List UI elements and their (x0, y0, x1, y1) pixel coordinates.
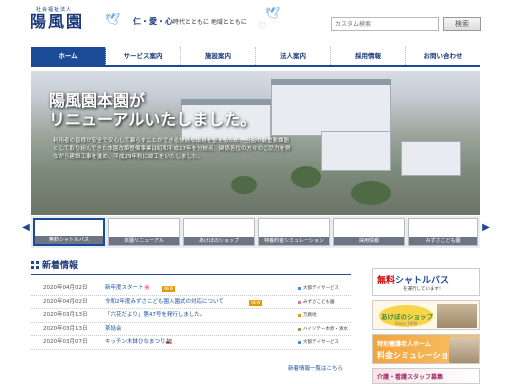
hero-title: 陽風園本園が リニューアルいたしました。 (49, 91, 256, 129)
thumb-recruit[interactable]: 採用情報 (333, 218, 405, 246)
thumb-caption: 特養料金シミュレーション (259, 237, 329, 245)
tree-image (291, 166, 321, 188)
bird-icon: 🕊 (265, 6, 281, 20)
news-link[interactable]: キッチン木鉢ひなまつり🎎 (105, 336, 172, 349)
site-header: 社会福祉法人 陽風園 🕊 仁・愛・心 時代とともに 地域とともに 🕊 ♡ 検索 (0, 0, 514, 44)
news-more-link[interactable]: 新着情報一覧はこちら (288, 364, 343, 372)
news-link[interactable]: 新年度スタート🌸 (105, 282, 150, 295)
thumbnail-strip: 無料シャトルバス 本園リニューアル あけぼのショップ 特養料金シミュレーション … (31, 216, 480, 248)
prev-arrow-icon[interactable]: ◀ (22, 222, 30, 236)
sim-line2: 料金シミュレーション (377, 351, 457, 360)
thumb-kindergarten[interactable]: みずさこども園 (408, 218, 478, 246)
hero-banner[interactable]: 陽風園本園が リニューアルいたしました。 利用者の皆様が安全で安心して暮らすこと… (31, 71, 480, 215)
thumb-renewal[interactable]: 本園リニューアル (108, 218, 180, 246)
news-link[interactable]: 茶話会 (105, 323, 122, 336)
news-category[interactable]: 大都デイサービス (298, 336, 339, 349)
news-list: 2020年04月02日 新年度スタート🌸 NEW 大都デイサービス 2020年0… (31, 282, 351, 350)
sim-photo (449, 337, 479, 363)
slogan: 時代とともに 地域とともに (173, 19, 247, 26)
shop-since: Since 1990 (395, 321, 418, 326)
news-link[interactable]: 「六花だより」第47号を発行しました。 (105, 309, 205, 322)
building-image (271, 81, 391, 136)
thumb-shuttle-bus[interactable]: 無料シャトルバス (33, 218, 105, 246)
nav-corporate[interactable]: 法人案内 (256, 47, 331, 65)
hero-title-line2: リニューアルいたしました。 (49, 110, 257, 129)
nav-facilities[interactable]: 施設案内 (181, 47, 256, 65)
thumb-caption: 本園リニューアル (109, 237, 179, 245)
search-input[interactable] (331, 17, 439, 31)
site-logo[interactable]: 社会福祉法人 陽風園 (30, 6, 94, 31)
news-date: 2020年03月07日 (43, 339, 88, 345)
fee-simulation-banner[interactable]: 特別養護老人ホーム 料金シミュレーション (372, 334, 480, 364)
thumb-caption: あけぼのショップ (184, 237, 254, 245)
shop-banner[interactable]: あけぼのショップ Since 1990 (372, 300, 480, 330)
tree-image (231, 176, 257, 194)
shop-photo (437, 304, 477, 328)
news-date: 2020年03月13日 (43, 312, 88, 318)
search-form: 検索 (331, 17, 481, 31)
shuttle-heading: 無料シャトルバス (377, 273, 449, 286)
news-date: 2020年04月02日 (43, 298, 88, 305)
news-date: 2020年04月02日 (43, 285, 88, 291)
grid-icon (31, 261, 39, 269)
news-header: 新着情報 (31, 258, 351, 272)
news-divider (31, 274, 351, 275)
nav-contact[interactable]: お問い合わせ (406, 47, 480, 65)
free-label: 無料 (377, 276, 396, 286)
shuttle-subtext: を運行しています！ (403, 287, 444, 292)
news-item: 2020年04月02日 令和2年度みずさこども園入園式の対応について NEW み… (31, 296, 351, 309)
hero-text: 利用者の皆様が安全で安心して暮らすことができる快適な環境を整えるため、当園の最重… (53, 138, 291, 160)
thumb-simulation[interactable]: 特養料金シミュレーション (258, 218, 330, 246)
nav-services[interactable]: サービス案内 (106, 47, 181, 65)
building-roof (271, 79, 391, 85)
thumb-shop[interactable]: あけぼのショップ (183, 218, 255, 246)
building-image (401, 141, 461, 176)
thumb-caption: みずさこども園 (409, 237, 477, 245)
news-item: 2020年03月13日 「六花だより」第47号を発行しました。 万路地 (31, 309, 351, 323)
news-date: 2020年03月13日 (43, 325, 88, 332)
sim-line1: 特別養護老人ホーム (377, 341, 431, 348)
news-title: 新着情報 (42, 261, 79, 271)
nav-recruit[interactable]: 採用情報 (331, 47, 406, 65)
news-link[interactable]: 令和2年度みずさこども園入園式の対応について (105, 296, 224, 309)
news-category[interactable]: ハイリテー木原・清水 (298, 323, 348, 336)
shop-name: あけぼのショップ (381, 313, 433, 321)
recruit-label: 介護・看護スタッフ募集 (377, 374, 444, 381)
thumb-caption: 無料シャトルバス (35, 236, 103, 244)
bird-icon: 🕊 (105, 12, 121, 26)
news-category[interactable]: 大都デイサービス (298, 282, 339, 295)
logo-title: 陽風園 (30, 12, 85, 31)
news-item: 2020年03月13日 茶話会 ハイリテー木原・清水 (31, 323, 351, 336)
thumb-caption: 採用情報 (334, 237, 404, 245)
news-item: 2020年04月02日 新年度スタート🌸 NEW 大都デイサービス (31, 282, 351, 296)
new-badge: NEW (249, 299, 263, 306)
heart-icon: ♡ (258, 22, 267, 32)
shuttle-label: シャトルバス (395, 276, 450, 286)
building-image (321, 131, 391, 171)
shuttle-bus-banner[interactable]: 無料シャトルバス を運行しています！ (372, 268, 480, 296)
tagline: 🕊 仁・愛・心 時代とともに 地域とともに 🕊 ♡ (105, 6, 290, 32)
motto: 仁・愛・心 (133, 17, 173, 26)
search-button[interactable]: 検索 (443, 17, 481, 31)
news-item: 2020年03月07日 キッチン木鉢ひなまつり🎎 大都デイサービス (31, 336, 351, 350)
next-arrow-icon[interactable]: ▶ (482, 222, 490, 236)
news-category[interactable]: 万路地 (298, 309, 317, 322)
new-badge: NEW (162, 286, 176, 292)
news-category[interactable]: みずさこども園 (298, 296, 335, 309)
nav-home[interactable]: ホーム (31, 47, 106, 65)
recruit-banner[interactable]: 介護・看護スタッフ募集 (372, 368, 480, 384)
main-nav: ホーム サービス案内 施設案内 法人案内 採用情報 お問い合わせ (31, 47, 480, 67)
hero-title-line1: 陽風園本園が (49, 91, 146, 110)
tree-image (351, 181, 391, 205)
